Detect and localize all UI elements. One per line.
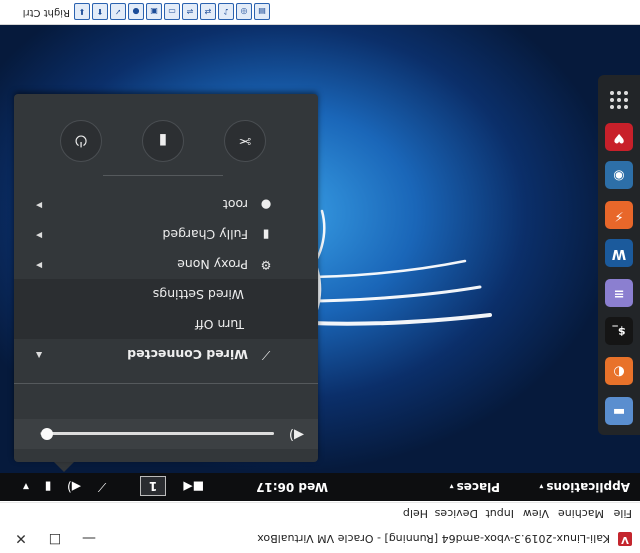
menu-help[interactable]: Help <box>403 507 428 520</box>
user-label: root <box>222 197 248 212</box>
host-key-label: Right Ctrl <box>22 7 70 18</box>
proxy-item[interactable]: ⚙ Proxy None ▶ <box>14 249 318 279</box>
dock-files[interactable]: ▬ <box>605 397 633 425</box>
menu-view[interactable]: View <box>523 507 549 520</box>
menu-divider <box>14 383 318 384</box>
wired-settings-item[interactable]: Wired Settings <box>14 279 318 309</box>
user-item[interactable]: ● root ▶ <box>14 189 318 219</box>
menu-bar: File Machine View Input Devices Help <box>0 502 640 523</box>
wired-network-icon: ⟋ <box>261 348 271 362</box>
proxy-icon: ⚙ <box>260 258 272 272</box>
vm-screen: V Kali-Linux-2019.3-vbox-amd64 [Running]… <box>0 0 640 553</box>
battery-status-icon: ▮ <box>262 228 270 242</box>
network-wired-icon[interactable]: ⟋ <box>94 479 110 495</box>
menu-file[interactable]: File <box>614 507 632 520</box>
menu-machine[interactable]: Machine <box>558 507 604 520</box>
power-button[interactable]: ⏻ <box>60 120 102 162</box>
mouse-integration-icon[interactable]: ⬆ <box>92 3 108 20</box>
hdd-icon[interactable]: ▤ <box>254 3 270 20</box>
wired-collapse-icon: ▲ <box>36 351 43 360</box>
dock: ▬ ◐ $_ ≡ W ⚡ ◉ ♥ <box>598 75 640 435</box>
menu-divider <box>103 175 223 176</box>
window-titlebar: V Kali-Linux-2019.3-vbox-amd64 [Running]… <box>0 523 640 553</box>
volume-icon[interactable]: ◀) <box>66 479 82 495</box>
shared-folders-icon[interactable]: ▭ <box>164 3 180 20</box>
battery-item[interactable]: ▮ Fully Charged ▶ <box>14 219 318 249</box>
speaker-icon: ◀) <box>288 427 304 442</box>
system-menu-pointer <box>54 462 74 472</box>
applications-label: Applications <box>546 480 630 494</box>
menu-input[interactable]: Input <box>486 507 514 520</box>
proxy-label: Proxy None <box>177 257 248 272</box>
volume-slider[interactable] <box>40 428 274 440</box>
cpu-icon[interactable]: ✓ <box>110 3 126 20</box>
applications-caret-icon: ▾ <box>539 482 544 491</box>
wired-connected-item[interactable]: ⟋ Wired Connected ▲ <box>14 339 318 369</box>
display-icon[interactable]: ▣ <box>146 3 162 20</box>
dock-kali-tools[interactable]: ♥ <box>605 123 633 151</box>
window-title: Kali-Linux-2019.3-vbox-amd64 [Running] -… <box>257 532 610 545</box>
volume-row: ◀) <box>14 419 318 449</box>
audio-icon[interactable]: ♪ <box>218 3 234 20</box>
menu-devices[interactable]: Devices <box>435 507 478 520</box>
applications-menu[interactable]: Applications▾ <box>539 480 630 494</box>
user-expand-icon: ▶ <box>36 201 43 210</box>
power-icon: ⏻ <box>75 132 87 150</box>
system-menu-caret-icon[interactable]: ▾ <box>18 479 34 495</box>
optical-drive-icon[interactable]: ◎ <box>236 3 252 20</box>
proxy-expand-icon: ▶ <box>36 261 43 270</box>
battery-icon[interactable]: ▮ <box>40 479 56 495</box>
dock-burpsuite[interactable]: ⚡ <box>605 201 633 229</box>
system-menu: ◀) ⟋ Wired Connected ▲ Turn Off Wired Se… <box>14 94 318 462</box>
battery-expand-icon: ▶ <box>36 231 43 240</box>
close-button[interactable]: ✕ <box>6 526 36 550</box>
places-caret-icon: ▾ <box>449 482 454 491</box>
volume-slider-handle[interactable] <box>41 428 54 440</box>
settings-icon: ✂ <box>238 132 252 150</box>
dock-eye-app[interactable]: ◉ <box>605 161 633 189</box>
virtualbox-icon: V <box>618 532 632 546</box>
top-panel: Applications▾ Places▾ Wed 06:17 ■◀ 1 ⟋ ◀… <box>0 473 640 501</box>
minimize-button[interactable]: — <box>74 526 104 550</box>
workspace-indicator[interactable]: 1 <box>140 476 166 496</box>
turn-off-item[interactable]: Turn Off <box>14 309 318 339</box>
network-icon[interactable]: ⇄ <box>200 3 216 20</box>
places-menu[interactable]: Places▾ <box>450 480 500 494</box>
volume-slider-fill <box>47 432 274 435</box>
dock-text-editor[interactable]: ≡ <box>605 279 633 307</box>
restore-button[interactable]: ☐ <box>40 526 70 550</box>
virtualbox-status-bar: ▤ ◎ ♪ ⇄ ⇌ ▭ ▣ ● ✓ ⬆ ⬇ Right Ctrl <box>0 0 640 25</box>
places-label: Places <box>456 480 500 494</box>
recording-icon[interactable]: ● <box>128 3 144 20</box>
dock-firefox[interactable]: ◐ <box>605 357 633 385</box>
wired-connected-label: Wired Connected <box>127 347 248 362</box>
clock[interactable]: Wed 06:17 <box>256 480 328 494</box>
turn-off-label: Turn Off <box>195 317 244 332</box>
keyboard-capture-icon[interactable]: ⬇ <box>74 3 90 20</box>
camera-icon[interactable]: ■◀ <box>183 479 204 495</box>
dock-terminal[interactable]: $_ <box>605 317 633 345</box>
wired-settings-label: Wired Settings <box>152 287 244 302</box>
lock-icon: ▮ <box>158 132 168 150</box>
usb-icon[interactable]: ⇌ <box>182 3 198 20</box>
user-icon: ● <box>260 198 272 212</box>
settings-button[interactable]: ✂ <box>224 120 266 162</box>
battery-label: Fully Charged <box>162 227 248 242</box>
lock-button[interactable]: ▮ <box>142 120 184 162</box>
dock-wireshark[interactable]: W <box>605 239 633 267</box>
show-applications-icon[interactable] <box>610 91 628 109</box>
